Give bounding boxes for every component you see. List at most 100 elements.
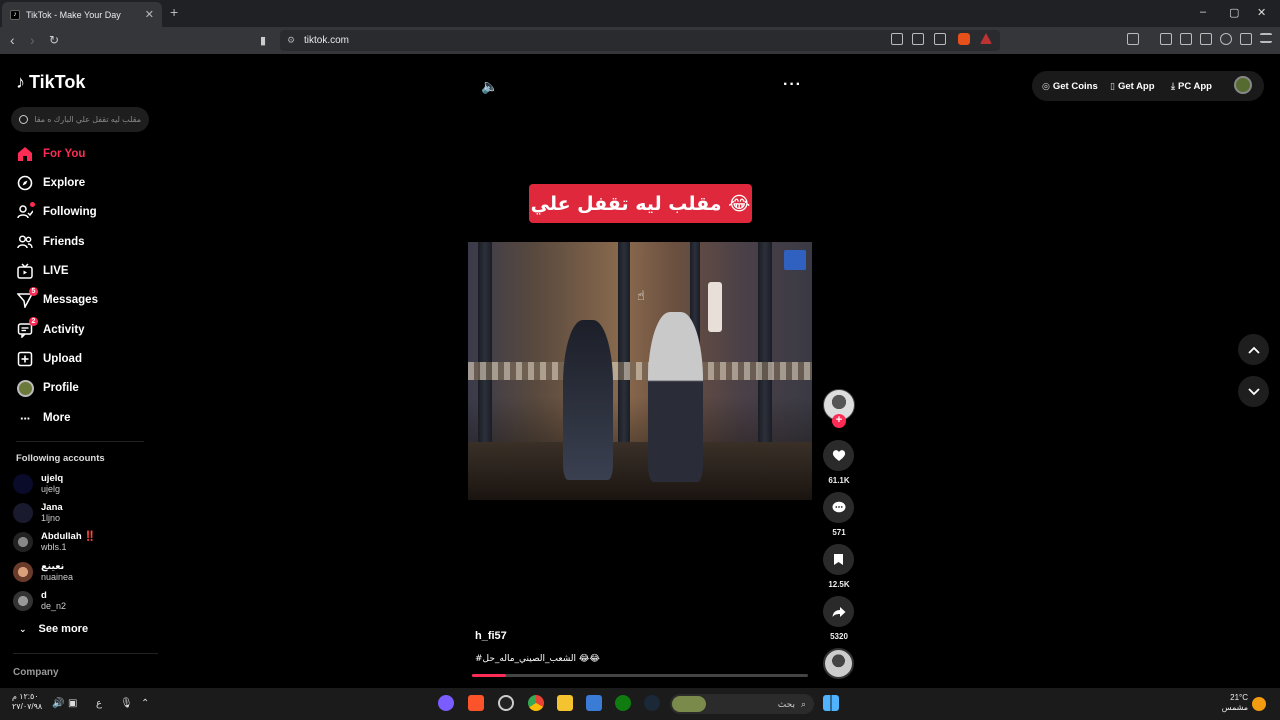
reload-icon[interactable]: ↻ [49, 33, 59, 47]
account-name: ujelq [41, 473, 64, 484]
chrome-icon[interactable] [528, 695, 544, 711]
tiktok-favicon-icon: ♪ [10, 9, 20, 20]
pc-app-label: PC App [1177, 81, 1212, 92]
file-explorer-icon[interactable] [557, 695, 573, 711]
bookmark-icon[interactable]: ▮ [260, 34, 266, 47]
translate-icon[interactable] [891, 33, 903, 45]
music-disc-avatar[interactable] [823, 648, 854, 679]
windows-start-icon[interactable] [823, 695, 839, 711]
brave-shields-icon[interactable] [958, 33, 970, 45]
nav-friends[interactable]: Friends [16, 232, 85, 252]
activity-badge: 2 [29, 317, 38, 326]
account-name: d [41, 590, 47, 601]
video-player[interactable] [468, 242, 812, 500]
following-accounts-title: Following accounts [16, 453, 105, 464]
store-icon[interactable] [586, 695, 602, 711]
media-icon[interactable] [1160, 33, 1172, 45]
next-video-button[interactable] [1238, 376, 1269, 407]
forward-icon[interactable]: › [30, 32, 35, 48]
tray-chevron-up-icon[interactable]: ⌃ [141, 698, 149, 709]
nav-more[interactable]: ··· More [16, 408, 70, 428]
nav-messages[interactable]: 5 Messages [16, 287, 98, 310]
vpn-icon[interactable] [1240, 33, 1252, 45]
share-button[interactable] [823, 596, 854, 627]
save-button[interactable] [823, 544, 854, 575]
nav-live[interactable]: LIVE [16, 261, 69, 281]
nav-for-you[interactable]: For You [16, 144, 85, 164]
comment-button[interactable] [823, 492, 854, 523]
search-icon [19, 115, 28, 124]
maximize-button[interactable]: ▢ [1229, 6, 1239, 19]
site-info-icon[interactable]: ⚙ [287, 35, 295, 46]
phone-icon: ▯ [1110, 81, 1115, 91]
nav-following[interactable]: Following [16, 202, 97, 222]
video-progress-fill [472, 674, 506, 677]
home-icon [16, 145, 34, 163]
cast-icon[interactable] [912, 33, 924, 45]
xbox-icon[interactable] [615, 695, 631, 711]
weather-text: مشمس [1221, 703, 1248, 712]
more-icon: ··· [20, 410, 31, 426]
copilot-icon[interactable] [438, 695, 454, 711]
previous-video-button[interactable] [1238, 334, 1269, 365]
get-app-button[interactable]: ▯ Get App [1110, 81, 1155, 92]
share-page-icon[interactable] [934, 33, 946, 45]
hand-cursor-icon: ☝ [637, 288, 645, 303]
video-progress-bar[interactable] [472, 674, 808, 677]
following-account[interactable]: d de_n2 [13, 588, 66, 614]
nav-label: More [43, 412, 71, 424]
tiktok-logo[interactable]: ♪ TikTok [16, 72, 85, 93]
see-more-button[interactable]: ⌄ See more [19, 623, 88, 635]
follow-plus-button[interactable]: + [832, 414, 846, 428]
brave-browser-icon[interactable] [468, 695, 484, 711]
volume-icon[interactable]: 🔈 [481, 78, 498, 95]
like-button[interactable] [823, 440, 854, 471]
steam-icon[interactable] [644, 695, 660, 711]
weather-widget[interactable]: 21°C مشمس [1220, 693, 1248, 713]
nav-upload[interactable]: Upload [16, 349, 82, 369]
account-handle: ujelg [41, 484, 61, 494]
browser-tab-bar [0, 0, 1280, 27]
user-avatar[interactable] [1234, 76, 1252, 94]
video-author-username[interactable]: h_fi57 [475, 630, 507, 642]
company-link[interactable]: Company [13, 667, 59, 678]
nav-explore[interactable]: Explore [16, 173, 85, 193]
pc-app-button[interactable]: ⤓ PC App [1171, 81, 1212, 92]
browser-tab[interactable]: ♪ TikTok - Make Your Day ✕ [2, 2, 162, 27]
taskbar-search-label: بحث [777, 698, 795, 709]
sidebar-toggle-icon[interactable] [1180, 33, 1192, 45]
menu-icon[interactable] [1260, 33, 1272, 43]
obs-icon[interactable] [498, 695, 514, 711]
close-window-button[interactable]: ✕ [1257, 6, 1266, 19]
following-account[interactable]: نعينع nuainea [13, 559, 73, 585]
brave-rewards-icon[interactable] [980, 33, 992, 44]
account-handle: 1ljno [41, 513, 61, 523]
account-handle: nuainea [41, 572, 74, 582]
search-input[interactable]: مقلب ليه تقفل علي البارك ه مقالب [11, 107, 149, 132]
nav-activity[interactable]: 2 Activity [16, 317, 85, 340]
taskbar-search[interactable]: بحث ⌕ [670, 694, 814, 714]
account-name: Jana [41, 502, 63, 513]
clock-date: ٢٧/٠٧/٩٨ [12, 702, 43, 711]
tab-search-icon[interactable] [1127, 33, 1139, 45]
speaker-icon[interactable]: 🔊 [52, 698, 64, 709]
new-tab-button[interactable]: + [170, 4, 178, 20]
minimize-button[interactable]: – [1200, 6, 1206, 18]
tab-close-icon[interactable]: ✕ [145, 8, 154, 21]
back-icon[interactable]: ‹ [10, 32, 15, 48]
get-coins-button[interactable]: ◎ Get Coins [1042, 81, 1098, 92]
divider [16, 441, 144, 442]
input-language-indicator[interactable]: ع [96, 698, 102, 709]
address-bar-row: ‹ › ↻ ▮ ⚙ tiktok.com [0, 27, 1280, 54]
network-icon[interactable]: ▣ [68, 698, 77, 709]
nav-profile[interactable]: Profile [16, 378, 79, 398]
following-account[interactable]: Abdullah ‼️ wbls.1 [13, 529, 96, 555]
following-account[interactable]: Jana 1ljno [13, 500, 63, 526]
taskbar-clock[interactable]: ١٢:٥٠ م ٢٧/٠٧/٩٨ [12, 692, 42, 712]
more-options-icon[interactable]: ··· [783, 76, 802, 94]
leo-ai-icon[interactable] [1220, 33, 1232, 45]
video-scene-person [648, 312, 703, 482]
following-account[interactable]: ujelq ujelg [13, 471, 63, 497]
wallet-icon[interactable] [1200, 33, 1212, 45]
microphone-icon[interactable]: 🎙 [120, 698, 133, 709]
